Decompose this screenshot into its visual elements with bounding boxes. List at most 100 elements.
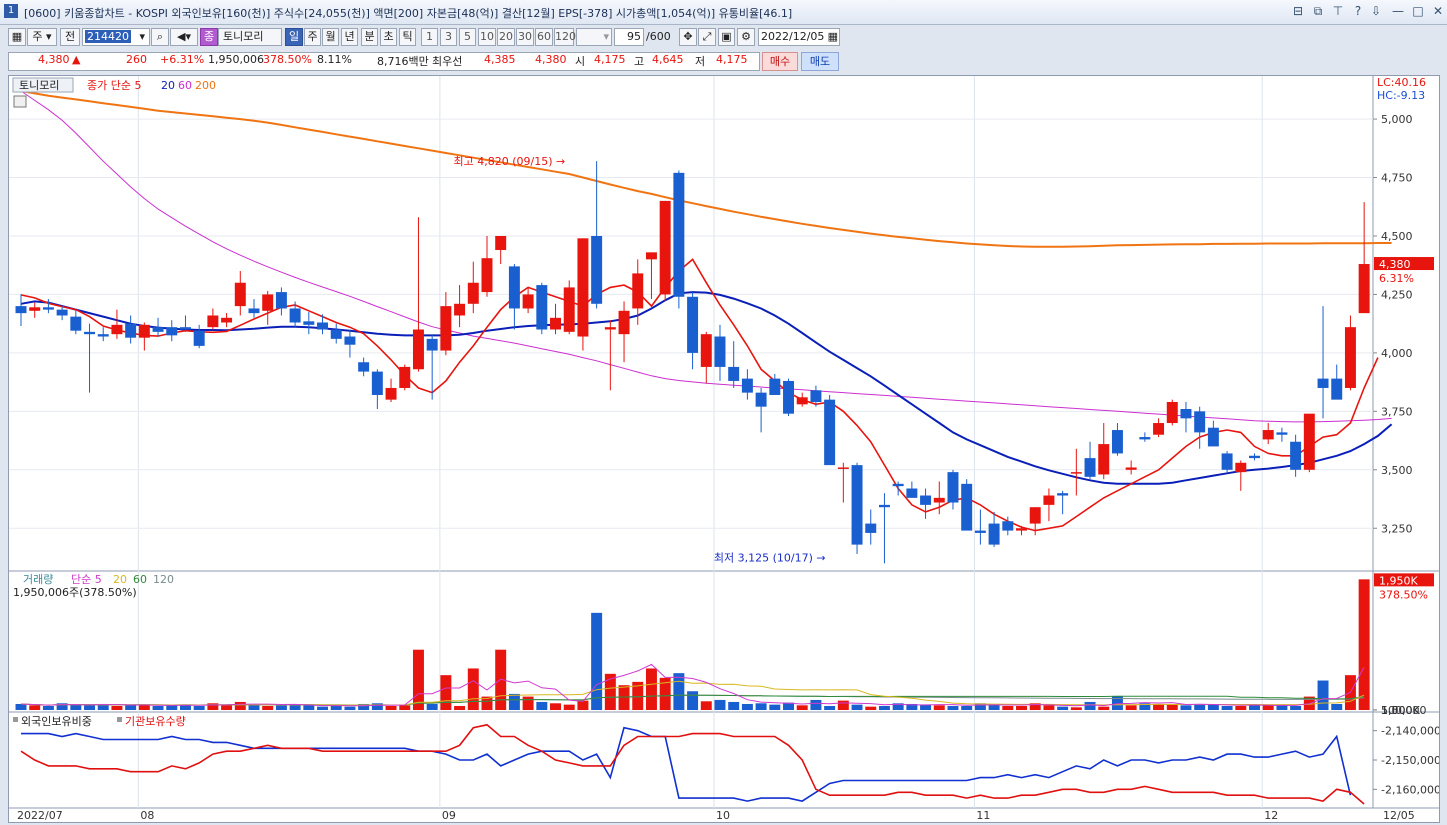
- x-tick-label: 11: [976, 809, 990, 822]
- title-bar: 1 [0600] 키움종합차트 - KOSPI 외국인보유[160(천)] 주식…: [0, 0, 1447, 25]
- minute-30[interactable]: 30: [516, 28, 534, 46]
- candle-body: [796, 397, 808, 405]
- volume-legend-item: 60: [133, 573, 147, 586]
- volume-bar: [865, 706, 877, 710]
- candle-body: [1262, 430, 1274, 440]
- window-title: [0600] 키움종합차트 - KOSPI 외국인보유[160(천)] 주식수[…: [24, 7, 793, 20]
- tab-year[interactable]: 년: [341, 28, 358, 46]
- minute-1[interactable]: 1: [421, 28, 438, 46]
- volume-legend-item: 거래량: [23, 573, 53, 586]
- volume-bar: [1290, 705, 1302, 710]
- candle-body: [152, 327, 164, 332]
- period-select-value: 주: [32, 30, 43, 43]
- close-button[interactable]: ✕: [1430, 4, 1446, 18]
- minute-10[interactable]: 10: [478, 28, 496, 46]
- volume-bar: [1221, 705, 1233, 710]
- volume-bar: [207, 703, 219, 710]
- trend-line-icon[interactable]: ⤢: [698, 28, 716, 46]
- candle-body: [783, 380, 794, 414]
- volume-bar: [399, 705, 411, 710]
- candle-body: [467, 282, 479, 304]
- candle-body: [1194, 411, 1206, 433]
- prev-button[interactable]: 전: [60, 28, 80, 46]
- candle-body: [878, 504, 890, 508]
- sell-button[interactable]: 매도: [801, 52, 839, 71]
- pin-icon[interactable]: ⊤: [1330, 4, 1346, 18]
- minute-120[interactable]: 120: [554, 28, 576, 46]
- candle-body: [591, 235, 603, 304]
- volume-bar: [330, 705, 342, 710]
- candle-body: [824, 399, 836, 466]
- chart-type-icon[interactable]: ▦: [8, 28, 26, 46]
- candle-body: [1331, 378, 1343, 400]
- candle-body: [344, 336, 356, 345]
- link-window-icon[interactable]: ⧉: [1310, 4, 1326, 19]
- gear-icon[interactable]: ⚙: [737, 28, 755, 46]
- help-icon[interactable]: ?: [1350, 4, 1366, 18]
- tab-second[interactable]: 초: [380, 28, 397, 46]
- candle-body: [248, 308, 260, 314]
- foreign-holding-line: [21, 726, 1352, 802]
- volume-bar: [755, 703, 767, 710]
- tab-tick[interactable]: 틱: [399, 28, 416, 46]
- tab-week[interactable]: 주: [304, 28, 321, 46]
- toolbar: ▦ 주 ▾ 전 214420 ▾ ⌕ ◀▾ 종 토니모리 일 주 월 년 분 초 …: [0, 26, 1447, 50]
- buy-button[interactable]: 매수: [762, 52, 798, 71]
- tab-day[interactable]: 일: [285, 28, 303, 46]
- count-input[interactable]: 95: [614, 28, 644, 46]
- stock-badge: 종: [200, 28, 218, 46]
- volume-bar: [1358, 579, 1370, 710]
- candle-body: [687, 296, 699, 353]
- price-tick-label: 4,500: [1381, 230, 1413, 243]
- tab-month[interactable]: 월: [322, 28, 339, 46]
- maximize-button[interactable]: □: [1410, 4, 1426, 18]
- candle-body: [1249, 455, 1260, 459]
- volume-bar: [550, 703, 561, 710]
- candle-body: [15, 306, 27, 314]
- minute-5[interactable]: 5: [459, 28, 476, 46]
- minute-20[interactable]: 20: [497, 28, 515, 46]
- candle-body: [810, 390, 822, 402]
- volume-legend-item: 단순 5: [71, 573, 102, 586]
- candle-body: [577, 238, 589, 337]
- volume-legend-item: 20: [113, 573, 127, 586]
- stock-code-input[interactable]: 214420 ▾: [82, 28, 150, 46]
- candle-body: [961, 483, 973, 531]
- price-change: 260: [126, 53, 147, 66]
- candle-body: [385, 387, 397, 400]
- period-select[interactable]: 주 ▾: [27, 28, 57, 46]
- volume-bar: [728, 701, 740, 710]
- lc-label: LC:40.16: [1377, 76, 1426, 89]
- screen-save-icon[interactable]: ⊟: [1290, 4, 1306, 18]
- volume-bar: [508, 693, 520, 710]
- candle-body: [1125, 467, 1137, 470]
- minimize-button[interactable]: —: [1390, 4, 1406, 18]
- price-legend-item: 20: [161, 79, 175, 92]
- volume-bar: [769, 704, 781, 710]
- volume-legend-item: 120: [153, 573, 174, 586]
- save-icon[interactable]: ▣: [718, 28, 735, 46]
- arrange-icon[interactable]: ⇩: [1368, 4, 1384, 18]
- candle-body: [97, 334, 109, 337]
- current-price: 4,380: [38, 53, 70, 66]
- volume-bar: [125, 705, 137, 710]
- volume-bar: [29, 705, 41, 710]
- tab-minute[interactable]: 분: [361, 28, 378, 46]
- chart-svg[interactable]: 2022/07 08 09 10 11 12 12/05 5,000 4,750 4,500 4,2…: [9, 76, 1441, 822]
- custom-period-select[interactable]: ▾: [576, 28, 612, 46]
- sound-icon[interactable]: ◀▾: [170, 28, 198, 46]
- volume-bar: [947, 705, 959, 710]
- x-tick-label: 12/05: [1383, 809, 1415, 822]
- candle-body: [1358, 264, 1370, 314]
- candle-body: [440, 306, 452, 351]
- candle-body: [481, 258, 493, 293]
- candle-body: [1317, 378, 1329, 388]
- minute-3[interactable]: 3: [440, 28, 457, 46]
- candle-body: [769, 378, 781, 395]
- search-icon[interactable]: ⌕: [151, 28, 169, 46]
- crosshair-icon[interactable]: ✥: [679, 28, 697, 46]
- volume-bar: [262, 705, 274, 710]
- chart-frame[interactable]: 2022/07 08 09 10 11 12 12/05 5,000 4,750 4,500 4,2…: [8, 75, 1441, 823]
- date-input[interactable]: 2022/12/05 ▦: [758, 28, 840, 46]
- minute-60[interactable]: 60: [535, 28, 553, 46]
